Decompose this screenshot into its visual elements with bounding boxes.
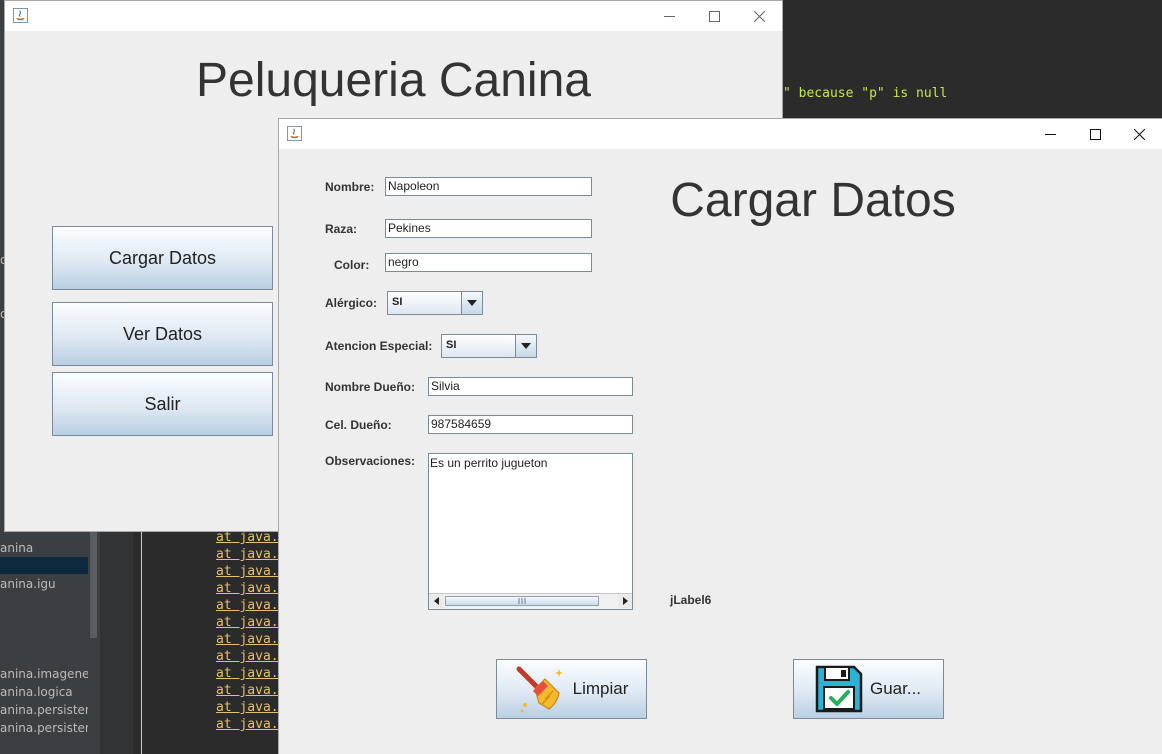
tree-item-package[interactable]: anina — [0, 540, 88, 557]
chevron-down-icon[interactable] — [461, 292, 482, 314]
console-error-message: " because "p" is null — [783, 86, 948, 101]
observaciones-textarea[interactable]: Es un perrito jugueton — [428, 453, 633, 610]
scroll-right-button[interactable] — [618, 594, 632, 608]
cel-dueno-field[interactable]: 987584659 — [428, 415, 633, 434]
observaciones-text: Es un perrito jugueton — [430, 456, 548, 470]
stack-trace-line[interactable]: at java. — [216, 597, 279, 614]
scroll-thumb[interactable] — [445, 596, 599, 606]
nombre-field[interactable]: Napoleon — [385, 177, 592, 196]
alergico-select[interactable]: SI — [387, 291, 483, 315]
broom-icon — [516, 666, 563, 713]
minimize-button[interactable] — [647, 1, 692, 31]
minimize-button[interactable] — [1028, 119, 1073, 149]
cel-dueno-label: Cel. Dueño: — [325, 418, 392, 432]
stack-trace-line[interactable]: at java. — [216, 580, 279, 597]
limpiar-button[interactable]: Limpiar — [496, 659, 647, 719]
stack-trace-line[interactable]: at java. — [216, 614, 279, 631]
raza-label: Raza: — [325, 222, 358, 236]
arrow-left-icon — [433, 597, 439, 605]
stack-trace-line[interactable]: at java. — [216, 699, 279, 716]
maximize-button[interactable] — [1073, 119, 1118, 149]
tree-item-logica[interactable]: anina.logica — [0, 684, 88, 701]
nombre-dueno-label: Nombre Dueño: — [325, 380, 415, 394]
tree-item-persistencia[interactable]: anina.persistenc — [0, 720, 88, 737]
tree-item-imagenes[interactable]: anina.imagenes — [0, 666, 88, 683]
stack-trace-line[interactable]: at java. — [216, 563, 279, 580]
tree-item-selected[interactable] — [0, 557, 88, 574]
maximize-icon — [709, 10, 720, 22]
stack-trace-line[interactable]: at java. — [216, 631, 279, 648]
chevron-down-icon[interactable] — [515, 335, 536, 357]
java-icon — [13, 8, 28, 23]
save-disk-icon — [815, 665, 863, 713]
minimize-icon — [1045, 133, 1056, 135]
maximize-icon — [1090, 128, 1101, 140]
arrow-right-icon — [622, 597, 628, 605]
nombre-dueno-field[interactable]: Silvia — [428, 377, 633, 396]
stack-trace-line[interactable]: at java. — [216, 546, 279, 563]
stack-trace-line[interactable]: at java. — [216, 648, 279, 665]
form-title: Cargar Datos — [670, 174, 956, 227]
limpiar-label: Limpiar — [572, 679, 629, 698]
stack-trace-line[interactable]: at java. — [216, 665, 279, 682]
color-label: Color: — [334, 258, 370, 272]
cargar-datos-window: Cargar Datos Nombre: Napoleon Raza: Peki… — [278, 118, 1162, 754]
close-button[interactable] — [737, 1, 782, 31]
maximize-button[interactable] — [692, 1, 737, 31]
project-tree-scrollbar[interactable] — [90, 532, 97, 638]
stack-trace-line[interactable]: at java. — [216, 682, 279, 699]
minimize-icon — [664, 15, 675, 17]
scroll-left-button[interactable] — [429, 594, 443, 608]
atencion-selected-value: SI — [446, 339, 457, 351]
main-window-titlebar[interactable] — [5, 1, 782, 31]
tree-item-persistencia[interactable]: anina.persistenc — [0, 702, 88, 719]
raza-field[interactable]: Pekines — [385, 219, 592, 238]
observaciones-label: Observaciones: — [325, 454, 416, 468]
close-icon — [1134, 128, 1145, 140]
guardar-button[interactable]: Guar... — [793, 659, 944, 719]
observaciones-hscrollbar[interactable] — [429, 593, 632, 609]
atencion-especial-select[interactable]: SI — [441, 334, 537, 358]
tree-item-igu[interactable]: anina.igu — [0, 576, 88, 593]
color-field[interactable]: negro — [385, 253, 592, 272]
editor-margin-line — [141, 532, 142, 754]
app-title: Peluqueria Canina — [196, 54, 591, 107]
grip-icon — [518, 598, 526, 604]
ver-datos-button[interactable]: Ver Datos — [52, 302, 273, 366]
image-label: jLabel6 — [670, 593, 712, 607]
java-icon — [287, 126, 302, 141]
salir-button[interactable]: Salir — [52, 372, 273, 436]
close-button[interactable] — [1117, 119, 1162, 149]
alergico-label: Alérgico: — [325, 296, 378, 310]
cargar-datos-button[interactable]: Cargar Datos — [52, 226, 273, 290]
alergico-selected-value: SI — [392, 296, 403, 308]
nombre-label: Nombre: — [325, 180, 375, 194]
form-window-titlebar[interactable] — [279, 119, 1162, 149]
atencion-especial-label: Atencion Especial: — [325, 339, 433, 353]
stack-trace-line[interactable]: at java. — [216, 716, 279, 733]
guardar-label: Guar... — [870, 679, 922, 698]
close-icon — [754, 10, 765, 22]
